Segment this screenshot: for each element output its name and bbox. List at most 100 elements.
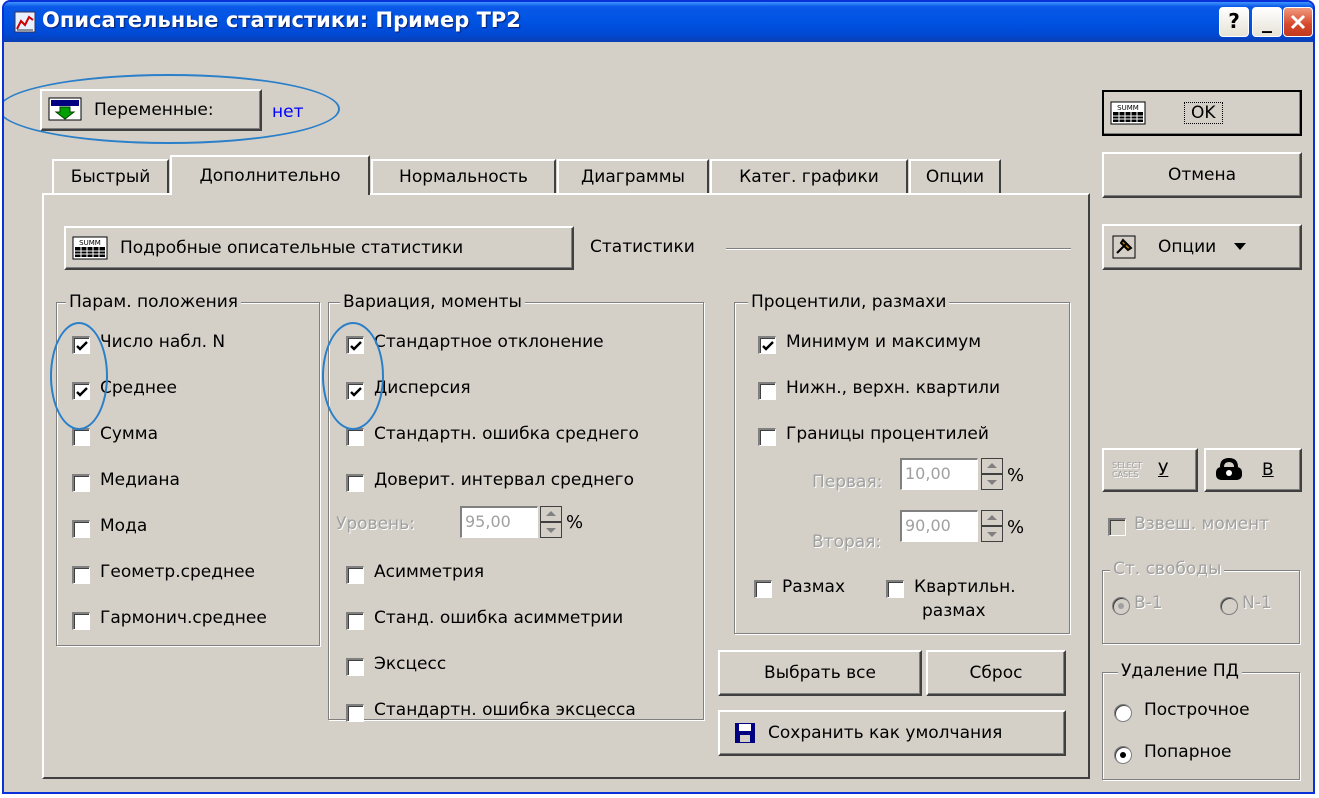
checkmark-icon	[762, 341, 774, 351]
statistics-divider	[726, 248, 1071, 250]
level-label: Уровень:	[336, 514, 415, 534]
variation-item-label: Асимметрия	[374, 562, 485, 582]
level-spin-buttons[interactable]	[540, 506, 562, 538]
location-item-checkbox[interactable]	[72, 520, 90, 538]
variation-item-label: Станд. ошибка асимметрии	[374, 608, 624, 628]
tab-diagrams[interactable]: Диаграммы	[557, 159, 709, 193]
first-percentile-spin-buttons[interactable]	[981, 458, 1003, 490]
location-item-label: Мода	[100, 516, 148, 536]
first-percentile-label: Первая:	[812, 472, 883, 492]
variables-button[interactable]: Переменные:	[40, 89, 262, 131]
first-percentile-input[interactable]: 10,00	[900, 458, 978, 490]
cancel-button[interactable]: Отмена	[1102, 152, 1302, 198]
tab-advanced[interactable]: Дополнительно	[170, 155, 370, 195]
location-item-checkbox[interactable]	[72, 336, 90, 354]
location-item-label: Геометр.среднее	[100, 562, 255, 582]
variation-item-label: Доверит. интервал среднего	[374, 470, 634, 490]
variation-item-checkbox[interactable]	[346, 704, 364, 722]
weight-key: В	[1262, 460, 1274, 480]
tab-categorized-graphs[interactable]: Катег. графики	[710, 159, 908, 193]
close-button[interactable]	[1283, 7, 1313, 37]
variation-item-checkbox[interactable]	[346, 474, 364, 492]
chevron-down-icon	[1234, 243, 1247, 250]
md-casewise-radio[interactable]	[1114, 704, 1132, 722]
percentile-item-label: Минимум и максимум	[786, 332, 982, 352]
location-item-label: Медиана	[100, 470, 180, 490]
tab-quick[interactable]: Быстрый	[52, 159, 169, 193]
second-percentile-input[interactable]: 90,00	[900, 510, 978, 542]
percentile-item-checkbox[interactable]	[758, 428, 776, 446]
svg-text:SUMM: SUMM	[1117, 104, 1139, 112]
checkmark-icon	[350, 341, 362, 351]
percentile-item-checkbox[interactable]	[758, 336, 776, 354]
weighted-moments-checkbox[interactable]	[1108, 518, 1126, 536]
variation-item-checkbox[interactable]	[346, 336, 364, 354]
df-option-b1-radio[interactable]	[1112, 597, 1130, 615]
iqr-label-line2: размах	[922, 601, 986, 621]
dialog-window: Описательные статистики: Пример ТР2 ? _ …	[2, 0, 1315, 794]
summary-table-icon: SUMM	[1110, 101, 1146, 125]
variation-item-checkbox[interactable]	[346, 566, 364, 584]
detailed-statistics-label: Подробные описательные статистики	[120, 238, 464, 258]
iqr-checkbox[interactable]	[886, 580, 904, 598]
title-bar[interactable]: Описательные статистики: Пример ТР2 ? _	[4, 2, 1313, 42]
ok-button[interactable]: SUMM OK	[1102, 90, 1302, 136]
location-item-checkbox[interactable]	[72, 474, 90, 492]
variables-icon	[48, 97, 82, 121]
df-option-b1-label: В-1	[1134, 593, 1163, 613]
select-all-button[interactable]: Выбрать все	[718, 650, 922, 696]
df-option-n1-radio[interactable]	[1220, 597, 1238, 615]
level-input[interactable]: 95,00	[460, 506, 538, 538]
df-option-n1-label: N-1	[1242, 593, 1272, 613]
detailed-statistics-button[interactable]: SUMM Подробные описательные статистики	[64, 226, 574, 270]
minimize-button[interactable]: _	[1252, 7, 1282, 37]
tab-options[interactable]: Опции	[909, 159, 1001, 193]
location-item-checkbox[interactable]	[72, 612, 90, 630]
percentile-item-checkbox[interactable]	[758, 382, 776, 400]
options-menu-button[interactable]: Опции	[1102, 224, 1302, 270]
iqr-label-line1: Квартильн.	[914, 577, 1016, 597]
md-casewise-label: Построчное	[1144, 700, 1250, 720]
save-defaults-label: Сохранить как умолчания	[768, 723, 1003, 743]
location-group	[56, 302, 320, 646]
select-cases-button[interactable]: SELECT CASES У	[1102, 448, 1198, 492]
second-percentile-percent: %	[1007, 517, 1025, 538]
variation-item-checkbox[interactable]	[346, 612, 364, 630]
help-button[interactable]: ?	[1219, 7, 1249, 37]
svg-text:SUMM: SUMM	[79, 239, 101, 247]
second-percentile-spin-buttons[interactable]	[981, 510, 1003, 542]
variation-item-label: Стандартн. ошибка эксцесса	[374, 700, 636, 720]
window-title: Описательные статистики: Пример ТР2	[42, 8, 521, 32]
range-checkbox[interactable]	[754, 580, 772, 598]
variation-item-checkbox[interactable]	[346, 658, 364, 676]
variation-item-label: Эксцесс	[374, 654, 447, 674]
weight-button[interactable]: В	[1204, 448, 1302, 492]
tab-normality[interactable]: Нормальность	[371, 159, 556, 193]
reset-button[interactable]: Сброс	[926, 650, 1066, 696]
variation-group-title: Вариация, моменты	[340, 292, 525, 312]
percentile-item-label: Границы процентилей	[786, 424, 989, 444]
location-item-label: Среднее	[100, 378, 177, 398]
checkmark-icon	[76, 387, 88, 397]
floppy-disk-icon	[735, 723, 755, 743]
close-icon	[1290, 14, 1306, 30]
checkmark-icon	[350, 387, 362, 397]
location-item-checkbox[interactable]	[72, 566, 90, 584]
location-item-checkbox[interactable]	[72, 428, 90, 446]
ok-label: OK	[1184, 102, 1223, 124]
second-percentile-label: Вторая:	[812, 532, 882, 552]
md-pairwise-radio[interactable]	[1114, 746, 1132, 764]
percentile-item-label: Нижн., верхн. квартили	[786, 378, 1001, 398]
range-label: Размах	[782, 577, 846, 597]
save-defaults-button[interactable]: Сохранить как умолчания	[718, 710, 1066, 756]
summary-table-icon: SUMM	[72, 236, 108, 260]
md-pairwise-label: Попарное	[1144, 742, 1232, 762]
variation-item-checkbox[interactable]	[346, 428, 364, 446]
variation-item-checkbox[interactable]	[346, 382, 364, 400]
variables-value: нет	[272, 102, 304, 122]
location-item-checkbox[interactable]	[72, 382, 90, 400]
location-item-label: Гармонич.среднее	[100, 608, 267, 628]
location-item-label: Сумма	[100, 424, 158, 444]
weighted-moments-label: Взвеш. момент	[1134, 514, 1270, 534]
location-item-label: Число набл. N	[100, 332, 226, 352]
